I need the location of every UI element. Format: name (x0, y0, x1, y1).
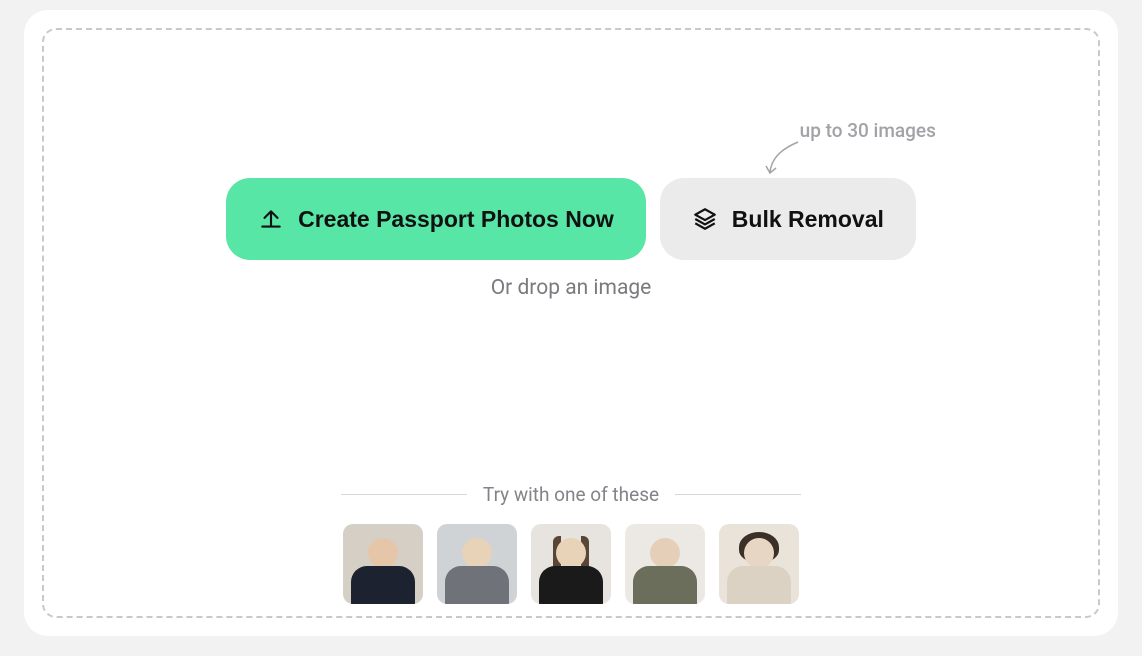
divider-right (675, 494, 801, 495)
bulk-callout-label: up to 30 images (800, 119, 936, 142)
curved-arrow-icon (764, 140, 804, 182)
or-drop-hint: Or drop an image (491, 276, 652, 300)
bulk-callout: up to 30 images (764, 119, 936, 182)
create-passport-button-label: Create Passport Photos Now (298, 206, 614, 233)
sample-photo-5[interactable] (719, 524, 799, 604)
sample-photo-2[interactable] (437, 524, 517, 604)
button-row: up to 30 images Create Passport Photos N… (226, 178, 916, 260)
sample-photo-4[interactable] (625, 524, 705, 604)
create-passport-button[interactable]: Create Passport Photos Now (226, 178, 646, 260)
button-area: up to 30 images Create Passport Photos N… (44, 178, 1098, 300)
divider-left (341, 494, 467, 495)
upload-card: up to 30 images Create Passport Photos N… (24, 10, 1118, 636)
sample-photo-3[interactable] (531, 524, 611, 604)
samples-area: Try with one of these (44, 483, 1098, 604)
bulk-removal-button-label: Bulk Removal (732, 206, 884, 233)
samples-heading-row: Try with one of these (341, 483, 801, 506)
sample-photo-1[interactable] (343, 524, 423, 604)
dropzone[interactable]: up to 30 images Create Passport Photos N… (42, 28, 1100, 618)
samples-heading: Try with one of these (467, 483, 675, 506)
samples-row (343, 524, 799, 604)
layers-icon (692, 206, 718, 232)
upload-icon (258, 206, 284, 232)
bulk-removal-button[interactable]: Bulk Removal (660, 178, 916, 260)
